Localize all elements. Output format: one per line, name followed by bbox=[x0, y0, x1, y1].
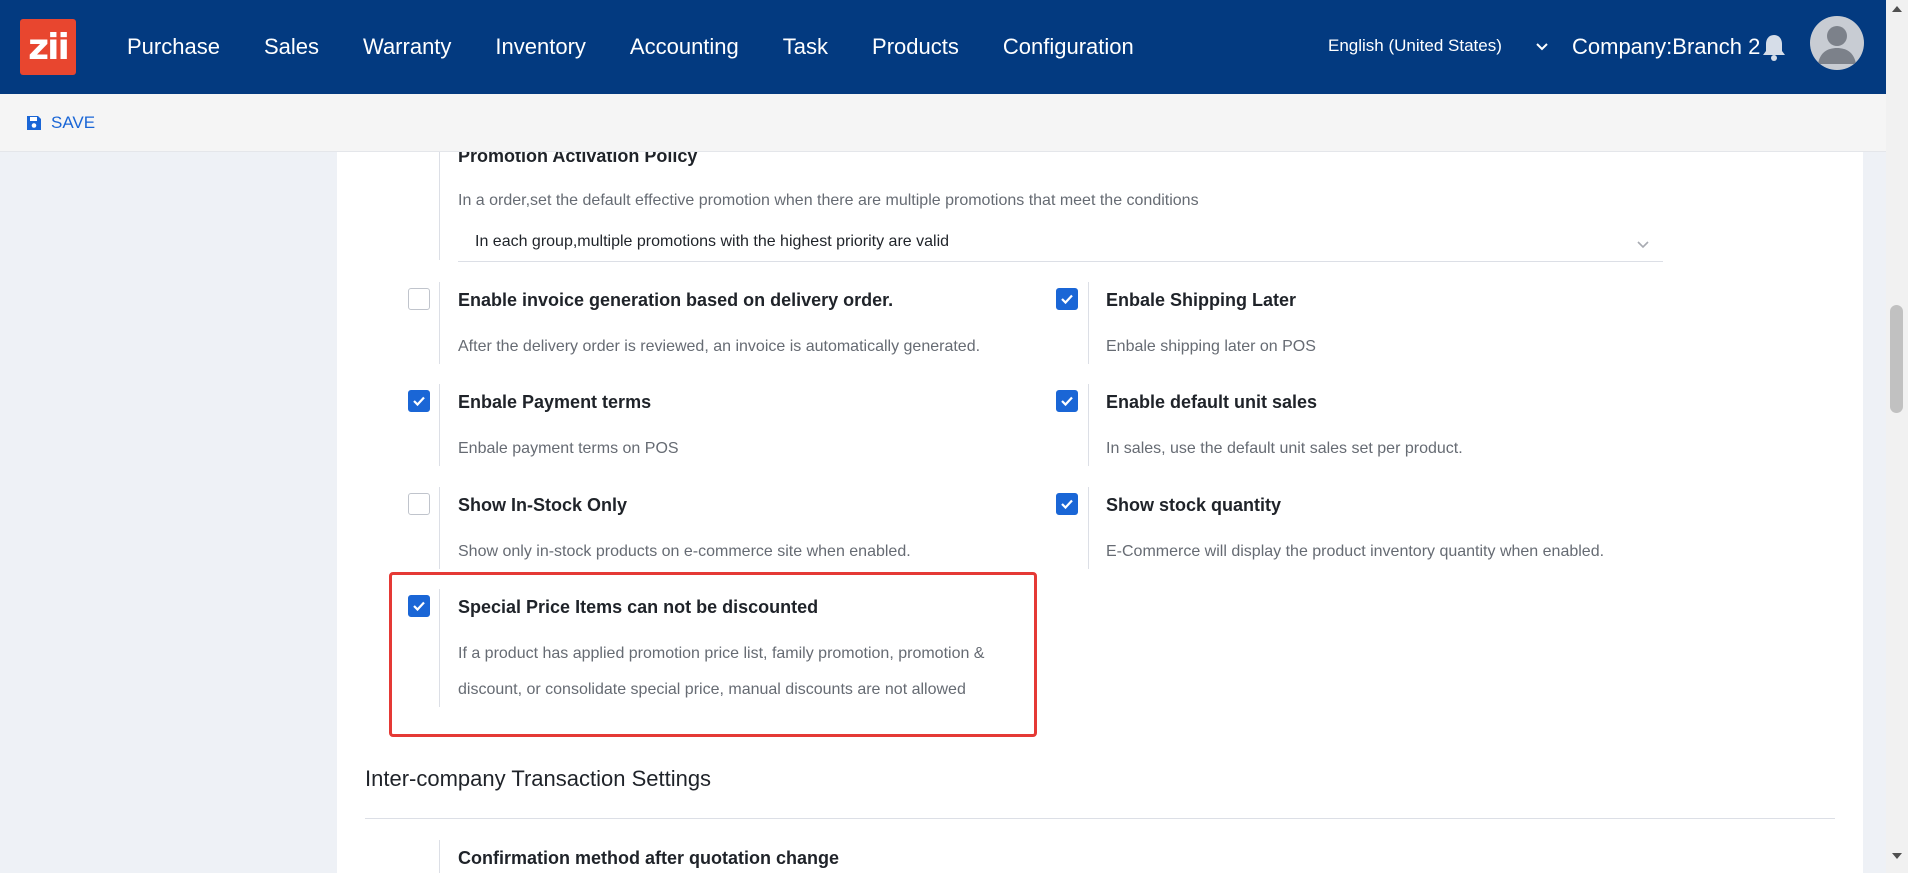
default-unit-sales-description: In sales, use the default unit sales set… bbox=[1106, 440, 1463, 457]
section-divider bbox=[365, 818, 1835, 819]
row-divider bbox=[439, 152, 440, 260]
default-unit-sales-title: Enable default unit sales bbox=[1106, 392, 1318, 412]
chevron-down-icon[interactable] bbox=[1533, 38, 1551, 56]
payment-terms-checkbox[interactable] bbox=[408, 390, 430, 412]
invoice-generation-checkbox[interactable] bbox=[408, 288, 430, 310]
row-divider bbox=[1088, 282, 1089, 364]
page-scrollbar[interactable] bbox=[1886, 0, 1908, 873]
shipping-later-title: Enbale Shipping Later bbox=[1106, 290, 1297, 310]
nav-item-accounting[interactable]: Accounting bbox=[630, 34, 739, 60]
shipping-later-description: Enbale shipping later on POS bbox=[1106, 338, 1316, 355]
nav-item-configuration[interactable]: Configuration bbox=[1003, 34, 1134, 60]
scroll-down-arrow-icon[interactable] bbox=[1892, 853, 1902, 859]
in-stock-only-title: Show In-Stock Only bbox=[458, 495, 628, 515]
nav-item-inventory[interactable]: Inventory bbox=[495, 34, 586, 60]
main-menu: Purchase Sales Warranty Inventory Accoun… bbox=[127, 0, 1178, 94]
in-stock-only-description: Show only in-stock products on e-commerc… bbox=[458, 543, 911, 560]
invoice-generation-description: After the delivery order is reviewed, an… bbox=[458, 338, 981, 355]
settings-panel: Promotion Activation Policy In a order,s… bbox=[337, 152, 1863, 873]
top-navbar: zii Purchase Sales Warranty Inventory Ac… bbox=[0, 0, 1886, 94]
save-button[interactable]: SAVE bbox=[26, 113, 95, 133]
nav-item-task[interactable]: Task bbox=[783, 34, 828, 60]
chevron-down-icon bbox=[1637, 241, 1649, 249]
promotion-policy-description: In a order,set the default effective pro… bbox=[458, 192, 1199, 209]
row-divider bbox=[1088, 384, 1089, 466]
payment-terms-title: Enbale Payment terms bbox=[458, 392, 652, 412]
shipping-later-checkbox[interactable] bbox=[1056, 288, 1078, 310]
company-selector[interactable]: Company:Branch 2 bbox=[1572, 34, 1760, 60]
quotation-change-title: Confirmation method after quotation chan… bbox=[458, 848, 839, 868]
intercompany-section-heading: Inter-company Transaction Settings bbox=[365, 766, 712, 791]
save-label: SAVE bbox=[51, 113, 96, 132]
nav-item-sales[interactable]: Sales bbox=[264, 34, 319, 60]
scrollbar-thumb[interactable] bbox=[1890, 305, 1903, 413]
stock-quantity-checkbox[interactable] bbox=[1056, 493, 1078, 515]
row-divider bbox=[439, 840, 440, 873]
promotion-policy-select[interactable]: In each group,multiple promotions with t… bbox=[458, 224, 1663, 262]
check-icon bbox=[413, 396, 425, 407]
payment-terms-description: Enbale payment terms on POS bbox=[458, 440, 679, 457]
default-unit-sales-checkbox[interactable] bbox=[1056, 390, 1078, 412]
action-toolbar: SAVE bbox=[0, 94, 1886, 152]
check-icon bbox=[1061, 499, 1073, 510]
user-avatar-icon[interactable] bbox=[1810, 16, 1864, 70]
language-selector[interactable]: English (United States) bbox=[1328, 36, 1502, 56]
bell-icon[interactable] bbox=[1760, 32, 1788, 62]
in-stock-only-checkbox[interactable] bbox=[408, 493, 430, 515]
row-divider bbox=[439, 282, 440, 364]
stock-quantity-title: Show stock quantity bbox=[1106, 495, 1282, 515]
highlight-box bbox=[389, 572, 1037, 737]
scroll-up-arrow-icon[interactable] bbox=[1892, 6, 1902, 12]
check-icon bbox=[1061, 396, 1073, 407]
nav-item-purchase[interactable]: Purchase bbox=[127, 34, 220, 60]
promotion-policy-selected-value: In each group,multiple promotions with t… bbox=[475, 233, 950, 250]
row-divider bbox=[439, 487, 440, 569]
invoice-generation-title: Enable invoice generation based on deliv… bbox=[458, 290, 894, 310]
nav-item-products[interactable]: Products bbox=[872, 34, 959, 60]
save-icon bbox=[27, 116, 41, 130]
row-divider bbox=[1088, 487, 1089, 569]
stock-quantity-description: E-Commerce will display the product inve… bbox=[1106, 543, 1605, 560]
promotion-policy-title: Promotion Activation Policy bbox=[458, 152, 698, 166]
nav-item-warranty[interactable]: Warranty bbox=[363, 34, 451, 60]
row-divider bbox=[439, 384, 440, 466]
check-icon bbox=[1061, 294, 1073, 305]
zii-logo[interactable]: zii bbox=[20, 19, 76, 75]
